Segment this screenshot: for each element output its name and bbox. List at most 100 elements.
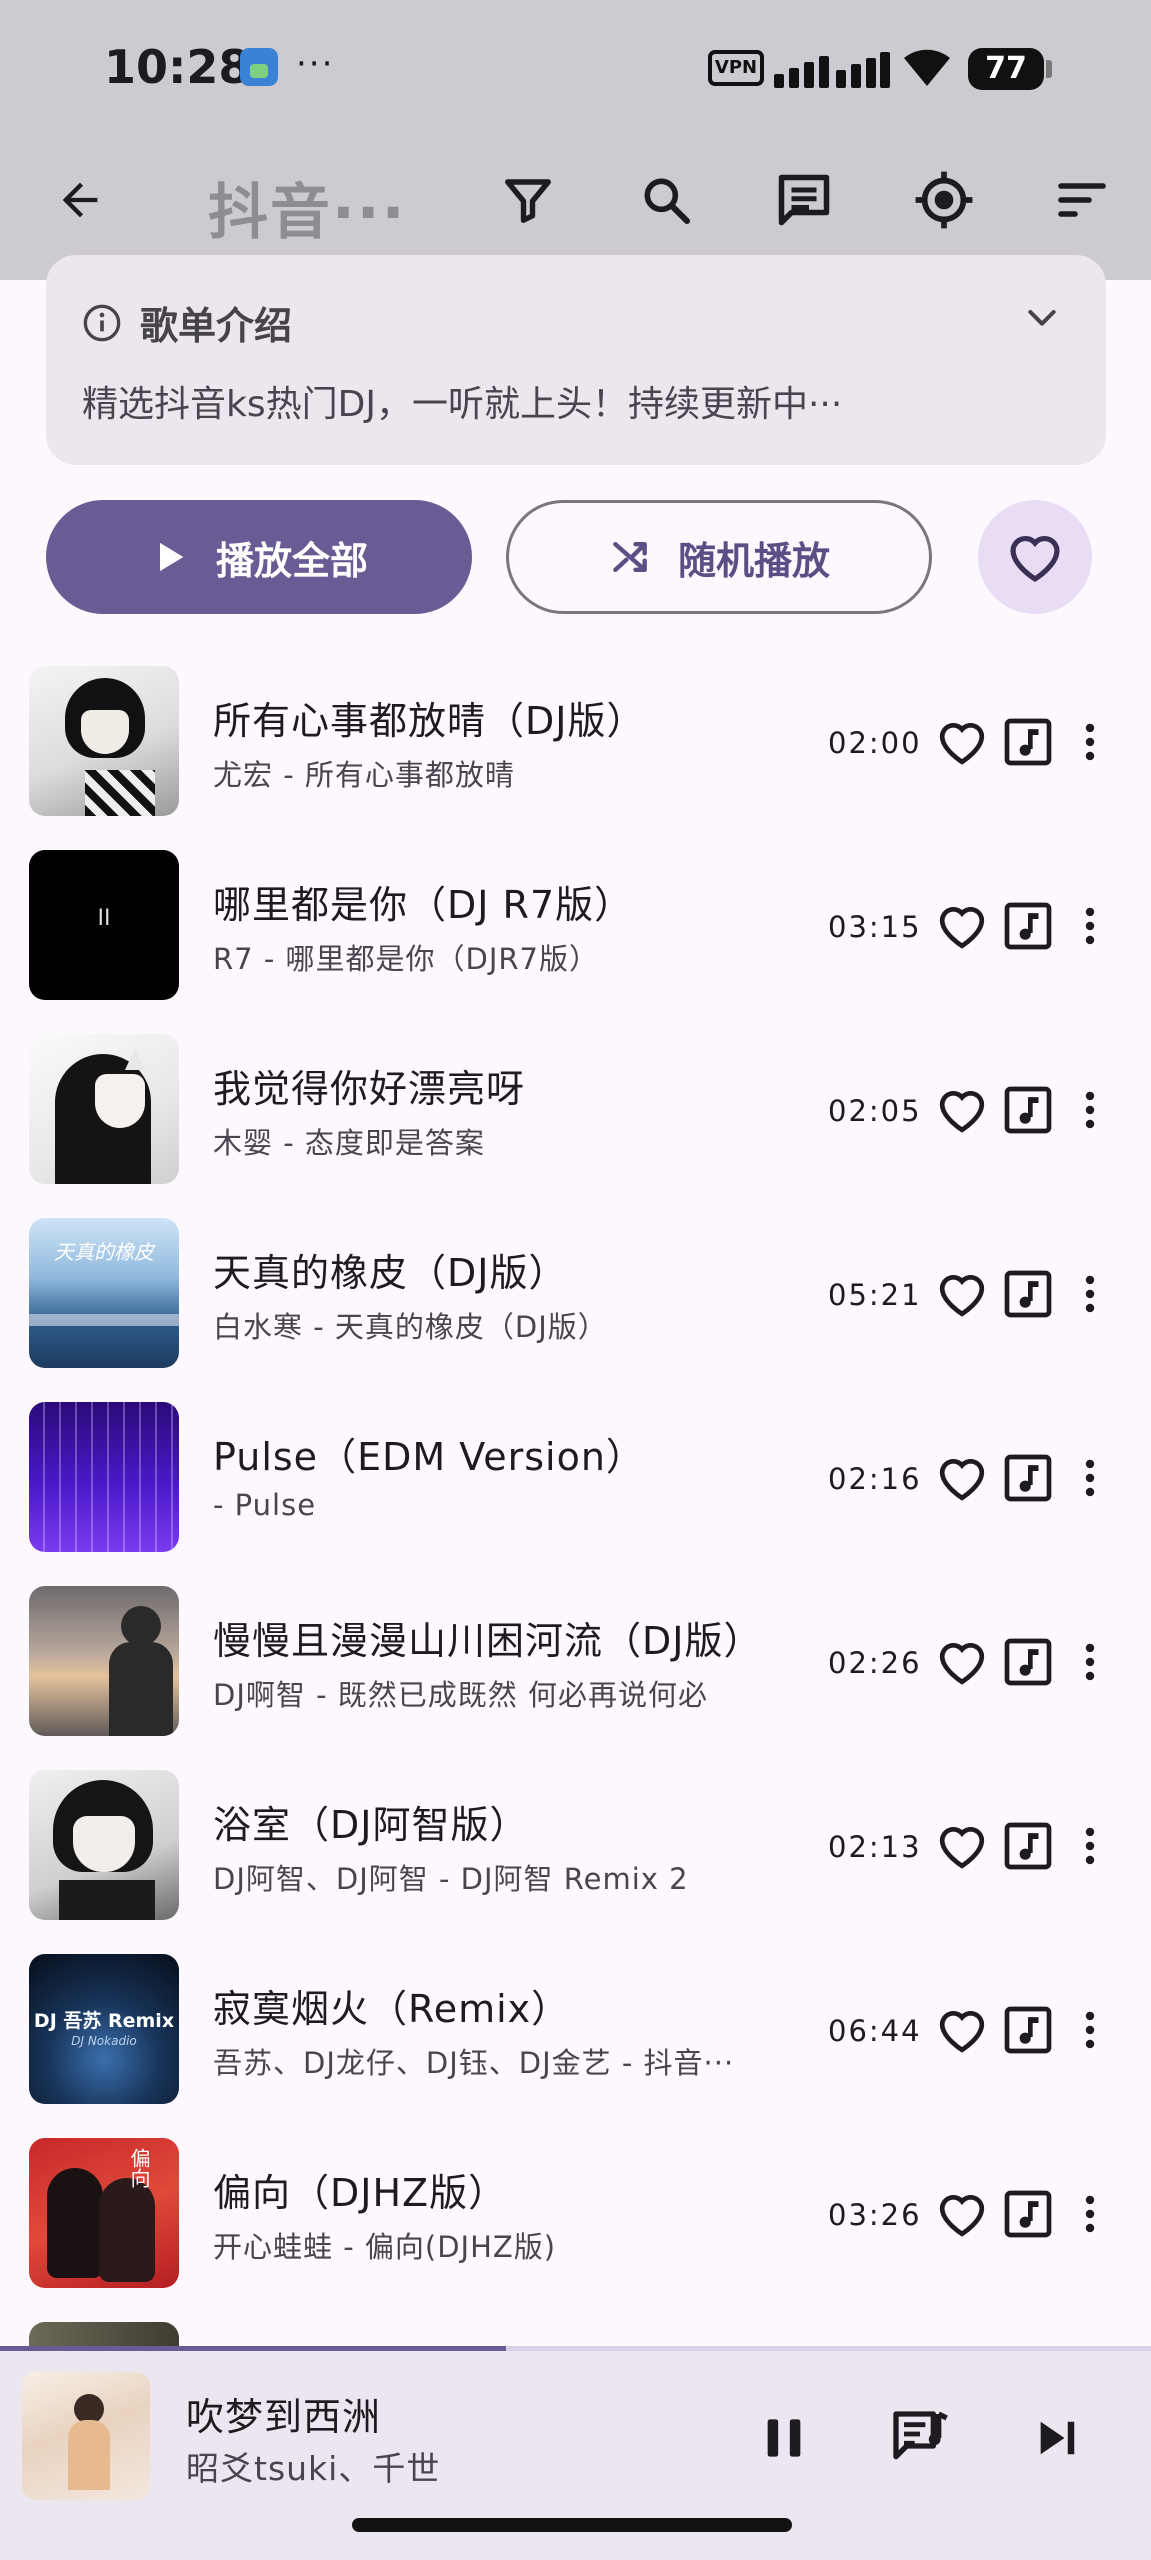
status-bar: 10:28 ··· VPN 77 — [0, 0, 1151, 140]
app-bar: 抖音··· — [0, 140, 1151, 270]
next-button[interactable] — [1018, 2398, 1098, 2478]
search-icon — [644, 178, 691, 225]
song-duration: 05:21 — [828, 1278, 922, 1312]
more-vert-icon[interactable] — [1066, 1266, 1114, 1322]
chevron-down-icon[interactable] — [1022, 297, 1062, 337]
page-title: 抖音··· — [208, 178, 407, 248]
more-vert-icon[interactable] — [1066, 1450, 1114, 1506]
locate-button[interactable] — [904, 160, 984, 240]
battery-tip — [1046, 60, 1052, 78]
song-title: 哪里都是你（DJ R7版） — [213, 883, 634, 927]
album-cover — [29, 1586, 179, 1736]
music-note-icon[interactable] — [1000, 1266, 1056, 1322]
song-title: 偏向（DJHZ版） — [213, 2171, 508, 2215]
shuffle-button[interactable]: 随机播放 — [506, 500, 932, 614]
song-title: 寂寞烟火（Remix） — [213, 1987, 571, 2031]
arrow-left-icon — [62, 182, 98, 218]
more-vert-icon[interactable] — [1066, 2186, 1114, 2242]
song-row[interactable]: 慢慢且漫漫山川困河流（DJ版） DJ啊智 - 既然已成既然 何必再说何必 02:… — [0, 1580, 1151, 1764]
song-row[interactable]: 浴室（DJ阿智版） DJ阿智、DJ阿智 - DJ阿智 Remix 2 02:13 — [0, 1764, 1151, 1948]
player-album-cover — [22, 2372, 150, 2500]
song-title: Pulse（EDM Version） — [213, 1435, 645, 1479]
album-cover — [29, 1770, 179, 1920]
sort-icon — [1058, 183, 1106, 217]
skip-next-icon — [1040, 2421, 1075, 2455]
status-time: 10:28 — [104, 40, 251, 94]
more-vert-icon[interactable] — [1066, 898, 1114, 954]
song-subtitle: 尤宏 - 所有心事都放晴 — [213, 758, 515, 792]
heart-icon[interactable] — [934, 714, 990, 770]
wifi-icon — [904, 49, 950, 86]
filter-button[interactable] — [488, 160, 568, 240]
more-vert-icon[interactable] — [1066, 1634, 1114, 1690]
player-artist: 昭爻tsuki、千世 — [186, 2449, 441, 2488]
music-note-icon[interactable] — [1000, 1450, 1056, 1506]
song-row[interactable]: II 哪里都是你（DJ R7版） R7 - 哪里都是你（DJR7版） 03:15 — [0, 844, 1151, 1028]
heart-icon[interactable] — [934, 2186, 990, 2242]
song-subtitle: 白水寒 - 天真的橡皮（DJ版） — [213, 1310, 608, 1344]
song-duration: 03:15 — [828, 910, 922, 944]
music-note-icon[interactable] — [1000, 714, 1056, 770]
music-note-icon[interactable] — [1000, 2186, 1056, 2242]
shuffle-label: 随机播放 — [677, 538, 830, 583]
more-vert-icon[interactable] — [1066, 1082, 1114, 1138]
play-all-button[interactable]: 播放全部 — [46, 500, 472, 614]
song-title: 慢慢且漫漫山川困河流（DJ版） — [213, 1619, 763, 1663]
more-vert-icon[interactable] — [1066, 1818, 1114, 1874]
music-note-icon[interactable] — [1000, 1082, 1056, 1138]
play-icon — [159, 542, 184, 572]
heart-icon[interactable] — [934, 1450, 990, 1506]
song-row[interactable]: 所有心事都放晴（DJ版） 尤宏 - 所有心事都放晴 02:00 — [0, 660, 1151, 844]
music-note-icon[interactable] — [1000, 898, 1056, 954]
shuffle-icon — [613, 541, 647, 573]
cover-text: DJ 吾苏 Remix — [33, 2010, 175, 2032]
heart-icon[interactable] — [934, 1818, 990, 1874]
album-cover — [29, 1402, 179, 1552]
song-title: 浴室（DJ阿智版） — [213, 1803, 529, 1847]
song-row[interactable]: 我觉得你好漂亮呀 木婴 - 态度即是答案 02:05 — [0, 1028, 1151, 1212]
signal-icon — [774, 42, 890, 88]
favorite-playlist-button[interactable] — [978, 500, 1092, 614]
pause-icon — [767, 2419, 801, 2457]
album-cover: DJ 吾苏 Remix DJ Nokadio — [29, 1954, 179, 2104]
more-notifications-icon: ··· — [296, 44, 335, 84]
heart-icon[interactable] — [934, 1266, 990, 1322]
song-duration: 02:13 — [828, 1830, 922, 1864]
queue-button[interactable] — [880, 2398, 960, 2478]
song-subtitle: R7 - 哪里都是你（DJR7版） — [213, 942, 599, 976]
heart-icon[interactable] — [934, 1082, 990, 1138]
pause-button[interactable] — [744, 2398, 824, 2478]
album-cover-partial — [29, 2322, 179, 2346]
song-row[interactable]: 偏向 偏向（DJHZ版） 开心蛙蛙 - 偏向(DJHZ版) 03:26 — [0, 2132, 1151, 2316]
app-notification-icon — [240, 48, 278, 86]
song-row[interactable]: DJ 吾苏 Remix DJ Nokadio 寂寞烟火（Remix） 吾苏、DJ… — [0, 1948, 1151, 2132]
album-cover — [29, 666, 179, 816]
heart-icon[interactable] — [934, 2002, 990, 2058]
album-cover: 天真的橡皮 — [29, 1218, 179, 1368]
more-vert-icon[interactable] — [1066, 714, 1114, 770]
heart-icon[interactable] — [934, 898, 990, 954]
music-note-icon[interactable] — [1000, 1818, 1056, 1874]
heart-icon — [1010, 535, 1060, 582]
more-vert-icon[interactable] — [1066, 2002, 1114, 2058]
song-duration: 03:26 — [828, 2198, 922, 2232]
progress-bar — [0, 2346, 507, 2351]
back-button[interactable] — [40, 160, 120, 240]
song-title: 天真的橡皮（DJ版） — [213, 1251, 568, 1295]
music-note-icon[interactable] — [1000, 2002, 1056, 2058]
music-note-icon[interactable] — [1000, 1634, 1056, 1690]
info-icon — [83, 304, 121, 341]
playlist-icon — [893, 2411, 948, 2460]
heart-icon[interactable] — [934, 1634, 990, 1690]
song-duration: 02:26 — [828, 1646, 922, 1680]
song-row[interactable]: 天真的橡皮 天真的橡皮（DJ版） 白水寒 - 天真的橡皮（DJ版） 05:21 — [0, 1212, 1151, 1396]
home-indicator[interactable] — [352, 2518, 792, 2532]
cover-text: II — [97, 906, 111, 931]
comments-button[interactable] — [764, 160, 844, 240]
song-subtitle: 木婴 - 态度即是答案 — [213, 1126, 485, 1160]
cover-text: 偏向 — [127, 2148, 151, 2188]
search-button[interactable] — [626, 160, 706, 240]
song-row[interactable]: Pulse（EDM Version） - Pulse 02:16 — [0, 1396, 1151, 1580]
sort-button[interactable] — [1042, 160, 1122, 240]
playlist-intro-card[interactable]: 歌单介绍 精选抖音ks热门DJ，一听就上头！持续更新中··· — [46, 255, 1106, 465]
